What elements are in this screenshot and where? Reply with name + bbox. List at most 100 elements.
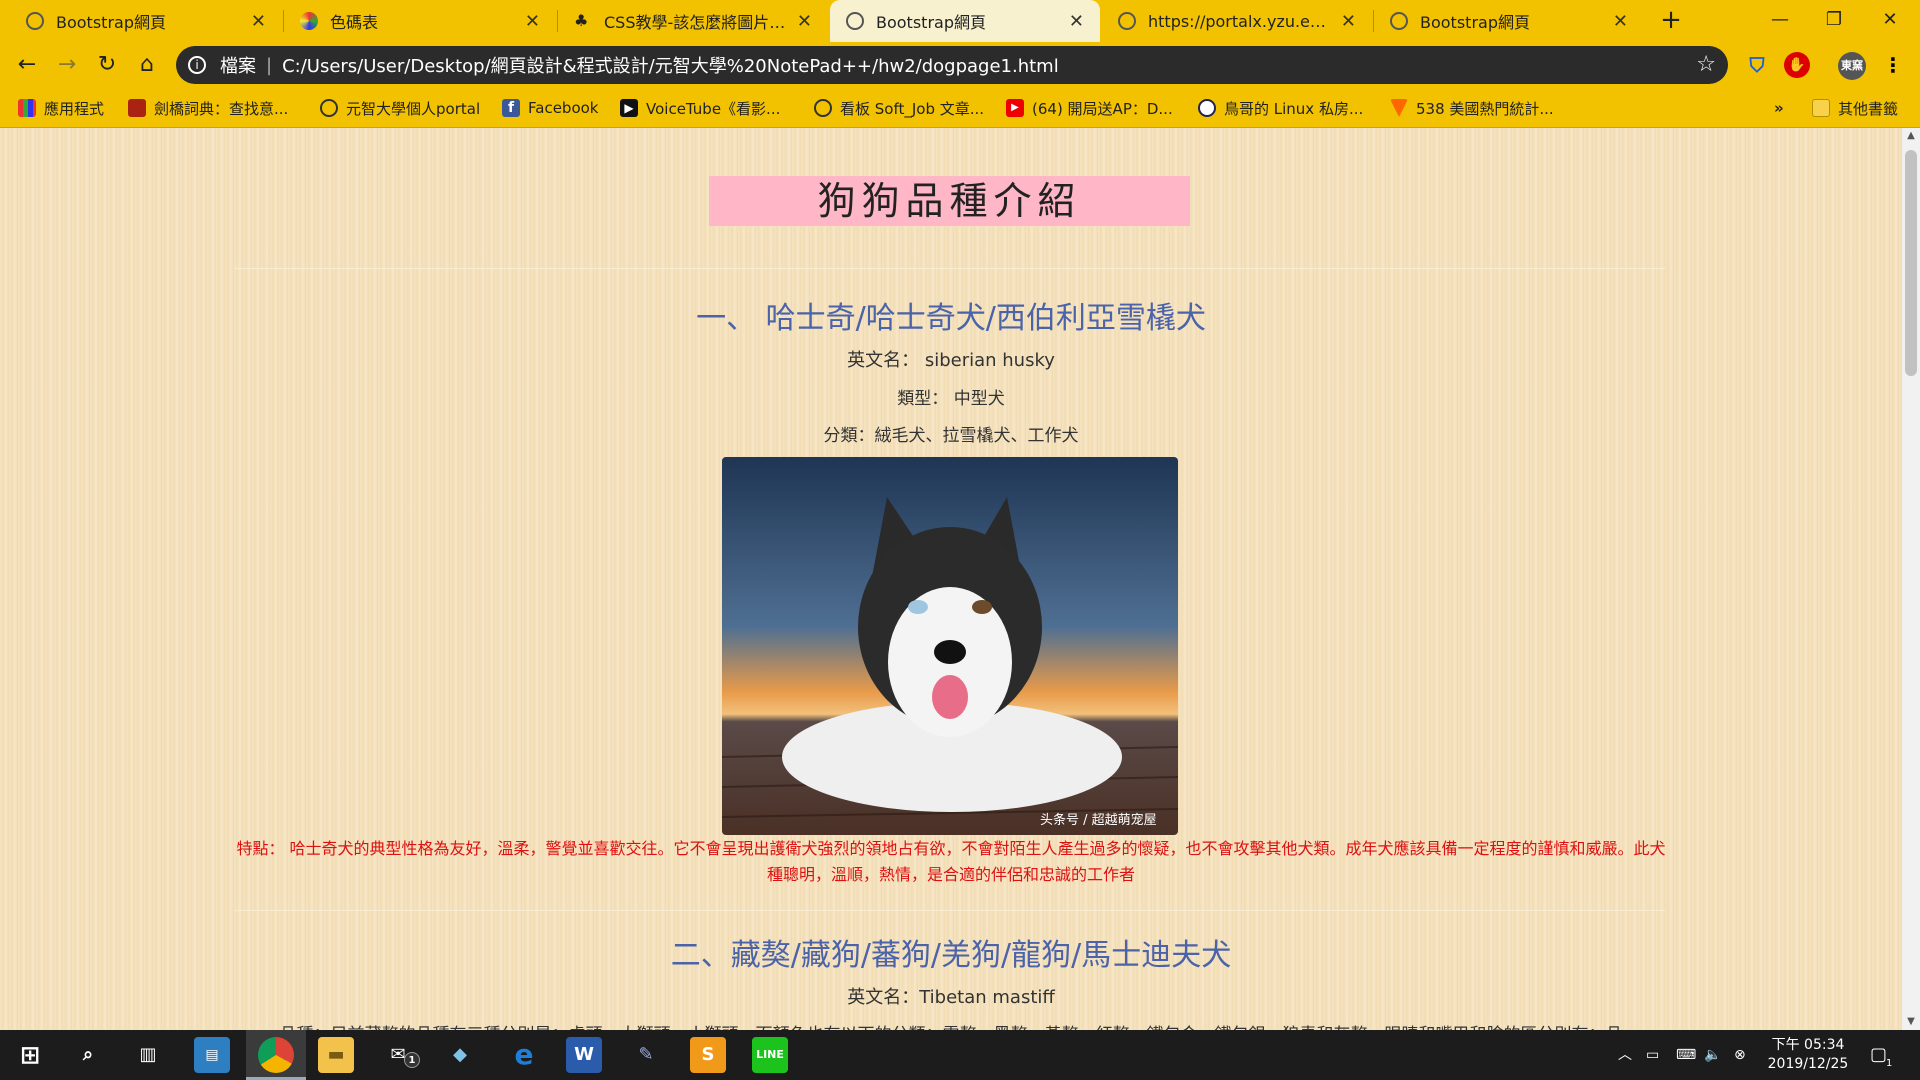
bamboo-icon: ♣ <box>574 11 589 30</box>
input-method-icon[interactable]: ⊗ <box>1734 1030 1746 1080</box>
bookmark-label: 鳥哥的 Linux 私房... <box>1224 99 1364 118</box>
tab-bootstrap-3[interactable]: Bootstrap網頁 ✕ <box>1374 0 1644 42</box>
tab-portal[interactable]: https://portalx.yzu.edu.tw/Pc ✕ <box>1102 0 1372 42</box>
scroll-thumb[interactable] <box>1905 150 1917 376</box>
network-icon[interactable]: ⌨ <box>1676 1030 1696 1080</box>
bookmark-label: 元智大學個人portal <box>346 99 481 118</box>
address-url[interactable]: C:/Users/User/Desktop/網頁設計&程式設計/元智大學%20N… <box>282 52 1059 78</box>
bookmark-label: VoiceTube《看影... <box>646 99 781 118</box>
task-view-icon[interactable]: ▥ <box>130 1037 166 1073</box>
breed-heading-husky: 一、 哈士奇/哈士奇犬/西伯利亞雪橇犬 <box>696 301 1206 336</box>
back-button[interactable]: ← <box>12 50 42 80</box>
minimize-button[interactable]: — <box>1752 0 1808 42</box>
close-window-button[interactable]: ✕ <box>1862 0 1918 42</box>
bookmark-apps[interactable]: 應用程式 <box>18 96 104 120</box>
word-icon[interactable]: W <box>566 1037 602 1073</box>
globe-icon <box>320 99 338 117</box>
tab-label: 色碼表 <box>330 13 379 32</box>
tab-bootstrap-active[interactable]: Bootstrap網頁 ✕ <box>830 0 1100 42</box>
windows-start-icon[interactable]: ⊞ <box>12 1037 48 1073</box>
file-explorer-icon[interactable]: ▬ <box>318 1037 354 1073</box>
bookmarks-bar: 應用程式 劍橋詞典：查找意... 元智大學個人portal f Facebook… <box>0 88 1920 128</box>
tab-label: https://portalx.yzu.edu.tw/Pc <box>1148 11 1333 31</box>
tab-label: Bootstrap網頁 <box>876 13 986 32</box>
close-icon[interactable]: ✕ <box>797 11 812 32</box>
bookmark-youtube[interactable]: ▶ (64) 開局送AP：D... <box>1006 96 1173 120</box>
forward-button[interactable]: → <box>52 50 82 80</box>
line-app-icon[interactable]: LINE <box>752 1037 788 1073</box>
husky-features: 特點： 哈士奇犬的典型性格為友好，溫柔，警覺並喜歡交往。它不會呈現出護衛犬強烈的… <box>236 839 1666 884</box>
close-icon[interactable]: ✕ <box>1069 11 1084 32</box>
new-tab-button[interactable]: + <box>1656 6 1686 36</box>
close-icon[interactable]: ✕ <box>1341 11 1356 32</box>
bookmark-label: Facebook <box>528 99 599 117</box>
scroll-up-icon[interactable]: ▲ <box>1902 128 1920 144</box>
page-scrollbar[interactable]: ▲ ▼ <box>1902 128 1920 1030</box>
tab-css-tutorial[interactable]: ♣ CSS教學-該怎麼將圖片垂直置 ✕ <box>558 0 828 42</box>
photo-watermark: 头条号 / 超越萌宠屋 <box>1040 812 1157 828</box>
notification-center-icon[interactable]: ▢ <box>1870 1030 1887 1080</box>
divider <box>235 910 1665 911</box>
tab-label: Bootstrap網頁 <box>56 13 166 32</box>
538-icon <box>1390 99 1408 117</box>
tab-strip: Bootstrap網頁 ✕ 色碼表 ✕ ♣ CSS教學-該怎麼將圖片垂直置 ✕ … <box>0 0 1920 42</box>
clock-time: 下午 05:34 <box>1771 1037 1845 1053</box>
globe-icon <box>846 12 864 30</box>
info-icon[interactable]: i <box>188 56 206 74</box>
tab-color-chart[interactable]: 色碼表 ✕ <box>284 0 556 42</box>
volume-icon[interactable]: 🔈 <box>1704 1030 1721 1080</box>
restore-button[interactable]: ❐ <box>1806 0 1862 42</box>
close-icon[interactable]: ✕ <box>251 11 266 32</box>
search-icon[interactable]: ⌕ <box>70 1037 106 1073</box>
extension-shield-icon[interactable]: ⛉ <box>1744 52 1770 78</box>
scroll-down-icon[interactable]: ▼ <box>1902 1014 1920 1030</box>
bookmark-yzu-portal[interactable]: 元智大學個人portal <box>320 96 480 120</box>
bookmark-538[interactable]: 538 美國熱門統計... <box>1390 96 1554 120</box>
bookmark-label: 劍橋詞典：查找意... <box>154 99 289 118</box>
address-scheme: 檔案 <box>220 56 256 77</box>
bookmark-vbird-linux[interactable]: 鳥哥的 Linux 私房... <box>1198 96 1363 120</box>
cambridge-icon <box>128 99 146 117</box>
bookmark-facebook[interactable]: f Facebook <box>502 96 598 120</box>
english-name: 英文名： siberian husky <box>847 350 1055 371</box>
globe-icon <box>814 99 832 117</box>
adblock-icon[interactable]: ✋ <box>1784 52 1810 78</box>
control-panel-icon[interactable]: ▤ <box>194 1037 230 1073</box>
globe-icon <box>1118 12 1136 30</box>
apps-grid-icon <box>18 99 36 117</box>
reload-button[interactable]: ↻ <box>92 50 122 80</box>
bookmark-label: 538 美國熱門統計... <box>1416 99 1554 118</box>
youtube-icon: ▶ <box>1006 99 1024 117</box>
home-button[interactable]: ⌂ <box>132 50 162 80</box>
battery-icon[interactable]: ▭ <box>1646 1030 1659 1080</box>
tab-label: CSS教學-該怎麼將圖片垂直置 <box>604 13 789 32</box>
breed-type: 類型： 中型犬 <box>897 389 1005 409</box>
breed-heading-mastiff: 二、藏獒/藏狗/蕃狗/羌狗/龍狗/馬士迪夫犬 <box>670 938 1232 973</box>
sublime-text-icon[interactable]: S <box>690 1037 726 1073</box>
facebook-icon: f <box>502 99 520 117</box>
browser-toolbar: ← → ↻ ⌂ i 檔案 | C:/Users/User/Desktop/網頁設… <box>0 42 1920 88</box>
bookmark-ptt-softjob[interactable]: 看板 Soft_Job 文章... <box>814 96 984 120</box>
profile-avatar[interactable]: 東窯 <box>1838 52 1866 80</box>
edge-icon[interactable]: e <box>506 1037 542 1073</box>
bookmark-cambridge[interactable]: 劍橋詞典：查找意... <box>128 96 288 120</box>
page-content: 狗狗品種介紹 一、 哈士奇/哈士奇犬/西伯利亞雪橇犬 英文名： siberian… <box>0 128 1902 1030</box>
taskbar-clock[interactable]: 下午 05:34 2019/12/25 <box>1758 1036 1858 1074</box>
bookmark-other[interactable]: 其他書籤 <box>1812 96 1898 120</box>
bookmark-star-icon[interactable]: ☆ <box>1696 52 1716 77</box>
paint-icon[interactable]: ✎ <box>628 1037 664 1073</box>
voicetube-icon: ▶ <box>620 99 638 117</box>
bookmarks-overflow-button[interactable]: » <box>1774 96 1784 120</box>
close-icon[interactable]: ✕ <box>1613 11 1628 32</box>
show-hidden-icons[interactable]: ︿ <box>1618 1030 1632 1080</box>
folder-icon <box>1812 99 1830 117</box>
notepad-icon[interactable]: ◆ <box>442 1037 478 1073</box>
chrome-icon[interactable] <box>258 1037 294 1073</box>
divider <box>235 268 1665 269</box>
address-bar[interactable]: i 檔案 | C:/Users/User/Desktop/網頁設計&程式設計/元… <box>176 46 1728 84</box>
tab-label: Bootstrap網頁 <box>1420 13 1530 32</box>
close-icon[interactable]: ✕ <box>525 11 540 32</box>
bookmark-voicetube[interactable]: ▶ VoiceTube《看影... <box>620 96 780 120</box>
tab-bootstrap-1[interactable]: Bootstrap網頁 ✕ <box>10 0 282 42</box>
menu-kebab-icon[interactable]: ⋮ <box>1880 52 1906 78</box>
